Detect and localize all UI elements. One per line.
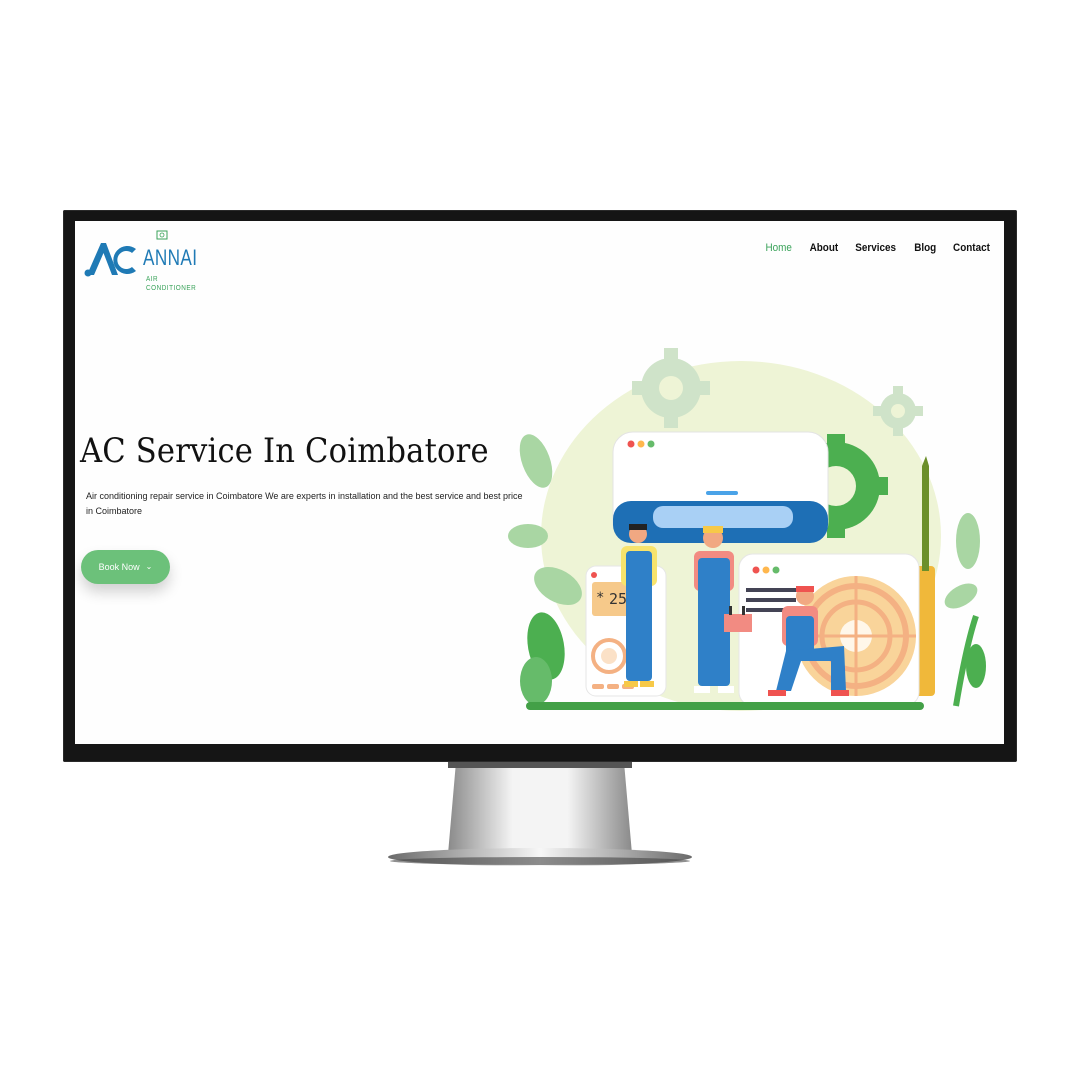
logo-wordmark: ANNAI — [143, 245, 198, 270]
hero-title: AC Service In Coimbatore — [80, 431, 489, 471]
hero-description: Air conditioning repair service in Coimb… — [86, 491, 523, 516]
nav-blog[interactable]: Blog — [914, 242, 936, 254]
nav-services[interactable]: Services — [856, 242, 897, 254]
website-screen: ANNAI AIR CONDITIONER Home About Service… — [75, 221, 1004, 744]
nav-about[interactable]: About — [809, 242, 838, 254]
book-now-label: Book Now — [98, 562, 140, 572]
snowflake-icon: * — [596, 590, 604, 606]
monitor-frame: ANNAI AIR CONDITIONER Home About Service… — [63, 210, 1017, 762]
outdoor-ac-unit — [738, 553, 920, 707]
nav-contact[interactable]: Contact — [953, 242, 990, 254]
chevron-down-icon: ⌄ — [145, 562, 153, 571]
nav-home[interactable]: Home — [766, 242, 792, 254]
temperature-display: 25 — [609, 590, 627, 608]
ac-technicians-illustration: * 25 — [508, 348, 986, 711]
monitor-stand-neck — [448, 762, 632, 854]
main-nav: Home About Services Blog Contact — [764, 242, 992, 254]
technician-left — [621, 524, 657, 687]
logo-tagline: AIR CONDITIONER — [146, 274, 197, 292]
ground-line — [526, 702, 924, 710]
monitor-stand-base — [388, 848, 692, 866]
plant-leaves-right — [944, 513, 986, 707]
brand-logo[interactable]: ANNAI AIR CONDITIONER — [81, 229, 211, 292]
book-now-button[interactable]: Book Now ⌄ — [81, 550, 170, 584]
